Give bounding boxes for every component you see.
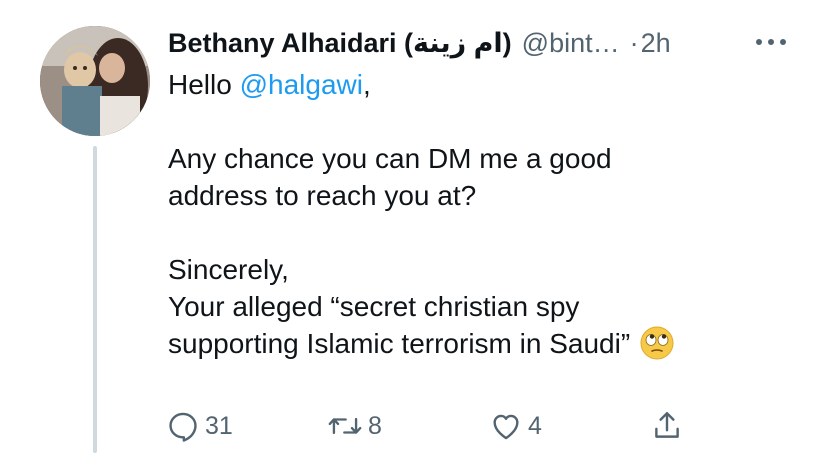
- author-handle[interactable]: @bint…: [522, 28, 620, 59]
- greeting-suffix: ,: [362, 69, 371, 100]
- body-line-4: Your alleged “secret christian spy: [168, 291, 580, 322]
- rolling-eyes-emoji-icon: [640, 326, 674, 360]
- greeting-prefix: Hello: [168, 69, 240, 100]
- avatar[interactable]: [40, 26, 150, 136]
- heart-icon: [493, 414, 519, 440]
- separator-dot: ·: [629, 27, 639, 58]
- body-line-1: Any chance you can DM me a good: [168, 143, 612, 174]
- body-line-3: Sincerely,: [168, 254, 289, 285]
- more-icon: [756, 39, 786, 45]
- greeting-line: Hello @halgawi,: [168, 66, 788, 103]
- retweet-icon: [328, 417, 362, 435]
- body-line-2: address to reach you at?: [168, 180, 477, 211]
- more-options-button[interactable]: [751, 32, 791, 52]
- author-name[interactable]: Bethany Alhaidari (ام زينة): [168, 28, 512, 59]
- tweet-text: Hello @halgawi, Any chance you can DM me…: [168, 66, 788, 362]
- retweet-button[interactable]: 8: [327, 406, 382, 446]
- reply-button[interactable]: 31: [166, 406, 233, 446]
- action-bar: 31 8 4: [0, 406, 827, 446]
- reply-icon: [169, 412, 197, 442]
- share-icon: [655, 412, 679, 438]
- like-button[interactable]: 4: [489, 406, 542, 446]
- share-button[interactable]: [650, 406, 684, 446]
- like-count: 4: [528, 411, 542, 440]
- retweet-count: 8: [368, 411, 382, 440]
- tweet-header: Bethany Alhaidari (ام زينة) @bint… · 2h: [168, 26, 671, 60]
- mention-link[interactable]: @halgawi: [240, 69, 363, 100]
- reply-count: 31: [205, 411, 233, 440]
- body-line-5-wrapper: supporting Islamic terrorism in Saudi”: [168, 325, 788, 362]
- tweet[interactable]: Bethany Alhaidari (ام زينة) @bint… · 2h …: [0, 0, 827, 453]
- body-line-5: supporting Islamic terrorism in Saudi”: [168, 328, 631, 359]
- timestamp[interactable]: 2h: [641, 28, 671, 59]
- avatar-photo: [40, 26, 150, 136]
